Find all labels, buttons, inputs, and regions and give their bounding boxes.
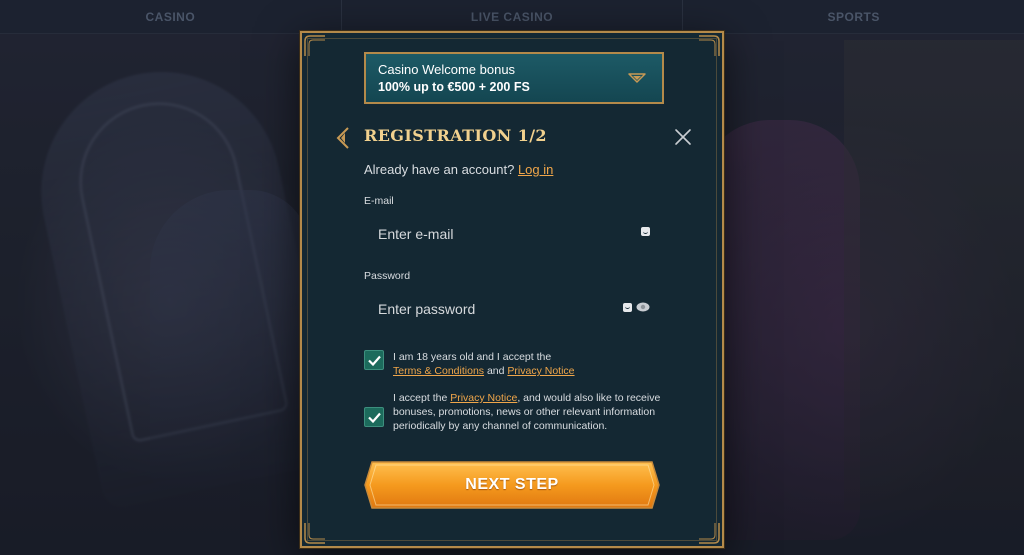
- password-field-container: [364, 289, 664, 329]
- next-step-label: NEXT STEP: [465, 476, 559, 493]
- corner-ornament-icon: [304, 35, 326, 57]
- privacy-notice-link[interactable]: Privacy Notice: [450, 392, 517, 404]
- chevron-down-icon[interactable]: [628, 72, 646, 84]
- privacy-notice-link[interactable]: Privacy Notice: [507, 365, 574, 377]
- corner-ornament-icon: [698, 35, 720, 57]
- marketing-consent-text: I accept the Privacy Notice, and would a…: [393, 391, 661, 433]
- age-consent-text: I am 18 years old and I accept the Terms…: [393, 350, 575, 378]
- age-consent-prefix: I am 18 years old and I accept the: [393, 351, 552, 363]
- nav-item-casino[interactable]: CASINO: [0, 0, 342, 33]
- nav-item-sports[interactable]: SPORTS: [683, 0, 1024, 33]
- marketing-consent-checkbox[interactable]: [364, 407, 384, 427]
- email-input[interactable]: [378, 226, 598, 242]
- check-icon: [367, 355, 381, 366]
- password-input[interactable]: [378, 301, 598, 317]
- age-consent-row: I am 18 years old and I accept the Terms…: [364, 350, 664, 378]
- check-icon: [367, 412, 381, 423]
- age-consent-and: and: [486, 365, 505, 377]
- email-label: E-mail: [364, 195, 394, 207]
- autofill-badge-icon: [641, 227, 650, 236]
- terms-link[interactable]: Terms & Conditions: [393, 365, 484, 377]
- corner-ornament-icon: [304, 522, 326, 544]
- eye-icon[interactable]: [636, 302, 650, 312]
- email-field-container: [364, 214, 664, 254]
- registration-title: Registration 1/2: [364, 126, 547, 145]
- bonus-selector[interactable]: Casino Welcome bonus 100% up to €500 + 2…: [364, 52, 664, 104]
- close-icon[interactable]: [674, 128, 692, 146]
- top-nav: CASINO LIVE CASINO SPORTS: [0, 0, 1024, 34]
- login-prompt: Already have an account? Log in: [364, 162, 553, 177]
- password-label: Password: [364, 270, 411, 282]
- corner-ornament-icon: [698, 522, 720, 544]
- password-field-icons: [623, 302, 650, 312]
- login-prompt-text: Already have an account?: [364, 162, 515, 177]
- nav-item-live-casino[interactable]: LIVE CASINO: [342, 0, 684, 33]
- marketing-consent-row: I accept the Privacy Notice, and would a…: [364, 391, 664, 433]
- email-field-icons: [641, 227, 650, 236]
- bonus-amount: 100% up to €500 + 200 FS: [378, 80, 530, 94]
- chevron-left-icon[interactable]: [336, 127, 350, 149]
- marketing-consent-prefix: I accept the: [393, 392, 448, 404]
- next-step-button[interactable]: NEXT STEP: [364, 461, 660, 509]
- registration-modal: Casino Welcome bonus 100% up to €500 + 2…: [300, 31, 724, 548]
- age-consent-checkbox[interactable]: [364, 350, 384, 370]
- login-link[interactable]: Log in: [518, 162, 553, 177]
- autofill-badge-icon: [623, 302, 632, 312]
- bonus-title: Casino Welcome bonus: [378, 62, 516, 77]
